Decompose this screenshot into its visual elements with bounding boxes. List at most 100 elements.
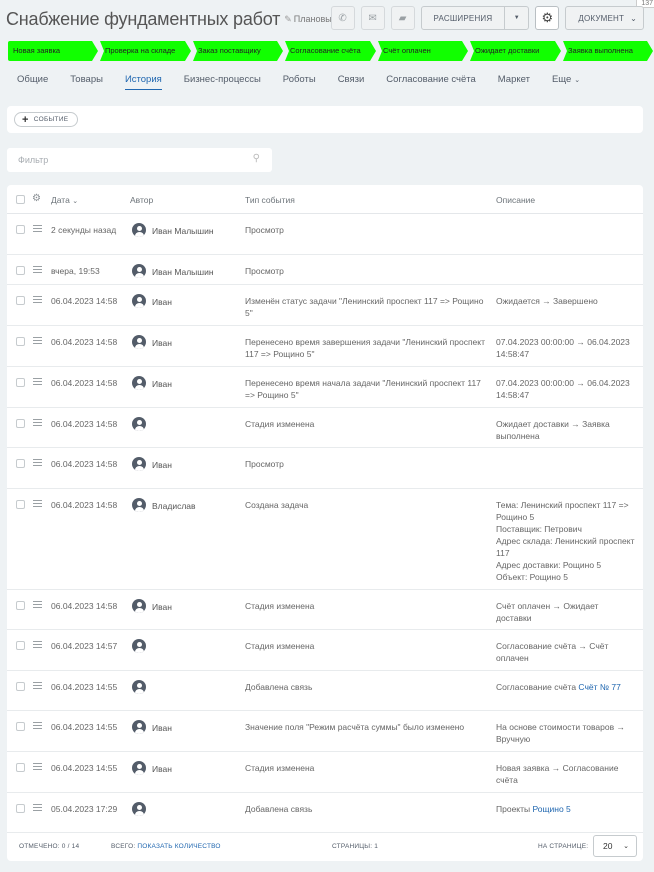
row-author[interactable]: Иван: [152, 297, 172, 307]
column-author-header[interactable]: Автор: [130, 195, 153, 205]
table-row[interactable]: 06.04.2023 14:55 Добавлена связь Согласова…: [7, 671, 643, 711]
row-menu-icon[interactable]: [33, 804, 42, 813]
row-checkbox[interactable]: [16, 641, 25, 650]
avatar[interactable]: [132, 720, 146, 734]
row-author[interactable]: Владислав: [152, 501, 196, 511]
settings-button[interactable]: ⚙: [535, 6, 560, 30]
stage-awaiting-delivery[interactable]: Ожидает доставки: [470, 41, 561, 61]
row-author[interactable]: Иван: [152, 723, 172, 733]
tab-general[interactable]: Общие: [17, 74, 48, 90]
row-checkbox[interactable]: [16, 682, 25, 691]
table-row[interactable]: 06.04.2023 14:58 Иван Стадия изменена Счёт …: [7, 590, 643, 630]
row-author[interactable]: Иван: [152, 379, 172, 389]
tab-history[interactable]: История: [124, 74, 162, 90]
row-checkbox[interactable]: [16, 296, 25, 305]
row-checkbox[interactable]: [16, 225, 25, 234]
row-menu-icon[interactable]: [33, 337, 42, 346]
avatar[interactable]: [132, 294, 146, 308]
row-checkbox[interactable]: [16, 378, 25, 387]
tab-business-processes[interactable]: Бизнес-процессы: [184, 74, 261, 90]
avatar[interactable]: [132, 761, 146, 775]
row-author[interactable]: Иван Малышин: [152, 267, 214, 277]
table-row[interactable]: 05.04.2023 17:29 Добавлена связь Проекты Р…: [7, 793, 643, 833]
chat-button[interactable]: ▰: [390, 6, 415, 30]
avatar[interactable]: [132, 417, 146, 431]
row-menu-icon[interactable]: [33, 378, 42, 387]
select-all-checkbox[interactable]: [16, 195, 25, 204]
stage-supplier-order[interactable]: Заказ поставщику: [193, 41, 283, 61]
show-count-link[interactable]: ПОКАЗАТЬ КОЛИЧЕСТВО: [137, 843, 220, 850]
email-button[interactable]: ✉: [360, 6, 385, 30]
row-author[interactable]: Иван: [152, 460, 172, 470]
avatar[interactable]: [132, 376, 146, 390]
per-page-select[interactable]: 20 ⌄: [593, 835, 637, 857]
stage-request-completed[interactable]: Заявка выполнена: [563, 41, 653, 61]
row-menu-icon[interactable]: [33, 601, 42, 610]
tab-market[interactable]: Маркет: [498, 74, 530, 90]
add-event-button[interactable]: + СОБЫТИЕ: [14, 112, 79, 127]
column-type-header[interactable]: Тип события: [245, 195, 295, 205]
table-row[interactable]: 06.04.2023 14:55 Иван Значение поля "Режим…: [7, 711, 643, 752]
extensions-dropdown-icon[interactable]: ▼: [504, 7, 528, 29]
filter-input[interactable]: Фильтр ⚲: [7, 148, 272, 172]
tab-links[interactable]: Связи: [338, 74, 365, 90]
avatar[interactable]: [132, 457, 146, 471]
row-author[interactable]: Иван: [152, 602, 172, 612]
table-row[interactable]: 06.04.2023 14:58 Стадия изменена Ожидает д…: [7, 408, 643, 448]
document-button[interactable]: ДОКУМЕНТ ⌄: [565, 6, 644, 30]
row-checkbox[interactable]: [16, 500, 25, 509]
avatar[interactable]: [132, 335, 146, 349]
table-row[interactable]: 06.04.2023 14:58 Иван Просмотр: [7, 448, 643, 489]
table-row[interactable]: 06.04.2023 14:57 Стадия изменена Согласова…: [7, 630, 643, 671]
avatar[interactable]: [132, 498, 146, 512]
row-menu-icon[interactable]: [33, 500, 42, 509]
column-description-header[interactable]: Описание: [496, 195, 535, 205]
row-menu-icon[interactable]: [33, 459, 42, 468]
stage-invoice-paid[interactable]: Счёт оплачен: [378, 41, 468, 61]
row-checkbox[interactable]: [16, 459, 25, 468]
row-checkbox[interactable]: [16, 337, 25, 346]
row-author[interactable]: Иван: [152, 764, 172, 774]
row-checkbox[interactable]: [16, 722, 25, 731]
avatar[interactable]: [132, 599, 146, 613]
row-menu-icon[interactable]: [33, 763, 42, 772]
table-row[interactable]: 06.04.2023 14:55 Иван Стадия изменена Новая…: [7, 752, 643, 793]
edit-pencil-icon[interactable]: ✎: [284, 14, 292, 25]
tab-more[interactable]: Еще ⌄: [552, 74, 580, 90]
avatar[interactable]: [132, 680, 146, 694]
avatar[interactable]: [132, 802, 146, 816]
row-checkbox[interactable]: [16, 763, 25, 772]
row-checkbox[interactable]: [16, 804, 25, 813]
avatar[interactable]: [132, 223, 146, 237]
row-menu-icon[interactable]: [33, 682, 42, 691]
stage-invoice-approval[interactable]: Согласование счёта: [285, 41, 376, 61]
row-menu-icon[interactable]: [33, 296, 42, 305]
tab-invoice-approval[interactable]: Согласование счёта: [386, 74, 475, 90]
table-row[interactable]: вчера, 19:53 Иван Малышин Просмотр: [7, 255, 643, 285]
extensions-button[interactable]: РАСШИРЕНИЯ ▼: [420, 6, 530, 30]
row-author[interactable]: Иван: [152, 338, 172, 348]
tab-robots[interactable]: Роботы: [283, 74, 316, 90]
avatar[interactable]: [132, 639, 146, 653]
row-checkbox[interactable]: [16, 419, 25, 428]
stage-warehouse-check[interactable]: Проверка на складе: [100, 41, 191, 61]
description-link[interactable]: Рощино 5: [532, 804, 570, 814]
tab-products[interactable]: Товары: [70, 74, 103, 90]
row-menu-icon[interactable]: [33, 419, 42, 428]
description-link[interactable]: Счёт № 77: [578, 682, 620, 692]
row-checkbox[interactable]: [16, 601, 25, 610]
row-menu-icon[interactable]: [33, 722, 42, 731]
avatar[interactable]: [132, 264, 146, 278]
row-checkbox[interactable]: [16, 266, 25, 275]
stage-new-request[interactable]: Новая заявка: [8, 41, 98, 61]
column-date-header[interactable]: Дата ⌄: [51, 195, 78, 205]
table-row[interactable]: 06.04.2023 14:58 Иван Изменён статус задач…: [7, 285, 643, 326]
row-menu-icon[interactable]: [33, 641, 42, 650]
row-author[interactable]: Иван Малышин: [152, 226, 214, 236]
search-icon[interactable]: ⚲: [253, 153, 260, 164]
table-row[interactable]: 06.04.2023 14:58 Владислав Создана задача Т…: [7, 489, 643, 590]
column-settings-gear-icon[interactable]: ⚙: [32, 193, 41, 204]
table-row[interactable]: 06.04.2023 14:58 Иван Перенесено время нач…: [7, 367, 643, 408]
phone-call-button[interactable]: ✆: [330, 6, 355, 30]
row-menu-icon[interactable]: [33, 225, 42, 234]
